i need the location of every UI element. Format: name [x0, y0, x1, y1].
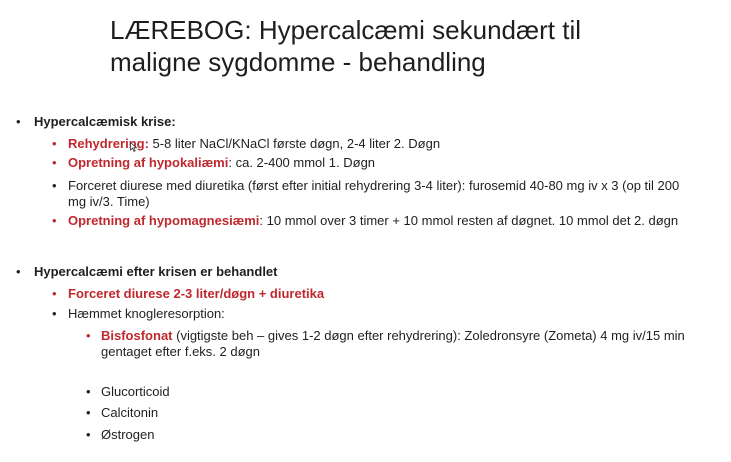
list-item-oestrogen: Østrogen [101, 427, 155, 442]
section-heading-efter-krisen: Hypercalcæmi efter krisen er behandlet [34, 264, 278, 279]
bullet-marker: • [86, 405, 91, 420]
list-item-rehydrering: Rehydrering: 5-8 liter NaCl/KNaCl første… [68, 136, 440, 152]
slide: LÆREBOG: Hypercalcæmi sekundært til mali… [0, 0, 731, 462]
section-heading-krise: Hypercalcæmisk krise: [34, 114, 176, 129]
rehydrering-text: 5-8 liter NaCl/KNaCl første døgn, 2-4 li… [148, 136, 441, 151]
slide-title-line-2: maligne sygdomme - behandling [110, 47, 486, 77]
slide-title-line-1: LÆREBOG: Hypercalcæmi sekundært til [110, 15, 582, 45]
list-item-bisfosfonat: Bisfosfonat (vigtigste beh – gives 1-2 d… [101, 328, 685, 360]
mouse-pointer-icon [130, 142, 138, 152]
bullet-marker: • [16, 264, 21, 279]
bullet-marker: • [52, 178, 57, 193]
bullet-marker: • [86, 427, 91, 442]
list-item-forceret-diurese: Forceret diurese med diuretika (først ef… [68, 178, 679, 210]
bullet-marker: • [16, 114, 21, 129]
hypokaliaemi-label: Opretning af hypokaliæmi [68, 155, 229, 170]
slide-title: LÆREBOG: Hypercalcæmi sekundært til mali… [110, 14, 710, 78]
list-item-haemmet-knogleresorption: Hæmmet knogleresorption: [68, 306, 225, 321]
list-item-glucocorticoid: Glucorticoid [101, 384, 170, 399]
forceret-diurese-line-1: Forceret diurese med diuretika (først ef… [68, 178, 680, 193]
bullet-marker: • [52, 306, 57, 321]
bullet-marker: • [52, 155, 57, 170]
bullet-marker: • [86, 328, 91, 343]
bullet-marker: • [52, 286, 57, 301]
bullet-marker: • [86, 384, 91, 399]
hypomagnesiaemi-text: : 10 mmol over 3 timer + 10 mmol resten … [259, 213, 679, 228]
list-item-forceret-diurese-2: Forceret diurese 2-3 liter/døgn + diuret… [68, 286, 325, 301]
bisfosfonat-text-line-2: gentaget efter f.eks. 2 døgn [101, 344, 260, 359]
bullet-marker: • [52, 136, 57, 151]
list-item-hypomagnesiaemi: Opretning af hypomagnesiæmi: 10 mmol ove… [68, 213, 678, 229]
list-item-hypokaliaemi: Opretning af hypokaliæmi: ca. 2-400 mmol… [68, 155, 375, 171]
forceret-diurese-line-2: mg iv/3. Time) [68, 194, 150, 209]
bisfosfonat-text-line-1: (vigtigste beh – gives 1-2 døgn efter re… [172, 328, 685, 343]
bisfosfonat-label: Bisfosfonat [101, 328, 173, 343]
hypokaliaemi-text: : ca. 2-400 mmol 1. Døgn [228, 155, 376, 170]
list-item-calcitonin: Calcitonin [101, 405, 159, 420]
hypomagnesiaemi-label: Opretning af hypomagnesiæmi [68, 213, 260, 228]
bullet-marker: • [52, 213, 57, 228]
